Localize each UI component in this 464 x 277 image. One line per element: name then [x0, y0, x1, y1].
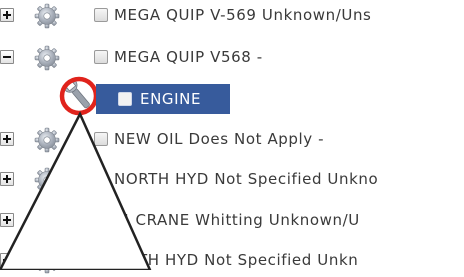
tree-node-row[interactable]: MEGA QUIP V-569 Unknown/Uns — [0, 0, 464, 32]
tree-node-checkbox[interactable] — [94, 213, 108, 227]
plus-expander-icon[interactable] — [0, 213, 14, 227]
tree-node-row[interactable]: -4 CRANE Whitting Unknown/U — [0, 205, 464, 237]
gear-icon[interactable] — [34, 167, 60, 193]
tree-node-checkbox[interactable] — [94, 253, 108, 267]
tree-node-label[interactable]: MEGA QUIP V-569 Unknown/Uns — [114, 6, 371, 24]
tree-node-row[interactable]: NEW OIL Does Not Apply - — [0, 124, 464, 156]
plus-expander-icon[interactable] — [0, 172, 14, 186]
gear-icon[interactable] — [34, 45, 60, 71]
tree-node-label[interactable]: NEW OIL Does Not Apply - — [114, 130, 324, 148]
gear-icon[interactable] — [34, 248, 60, 274]
tree-node-checkbox[interactable] — [94, 8, 108, 22]
tree-node-label[interactable]: MEGA QUIP V568 - — [114, 48, 263, 66]
plus-expander-icon[interactable] — [0, 132, 14, 146]
gear-icon[interactable] — [34, 3, 60, 29]
tree-node-label[interactable]: NORTH HYD Not Specified Unkno — [114, 170, 378, 188]
tree-node-row[interactable]: NORTH HYD Not Specified Unkno — [0, 164, 464, 196]
tree-node-row[interactable]: MEGA QUIP V568 - — [0, 42, 464, 74]
tree-node-row[interactable]: OUTH HYD Not Specified Unkn — [0, 245, 464, 277]
tree-node-label[interactable]: ENGINE — [140, 90, 201, 108]
tree-node-checkbox[interactable] — [94, 132, 108, 146]
tree-node-label[interactable]: OUTH HYD Not Specified Unkn — [114, 251, 358, 269]
tree-node-label[interactable]: -4 CRANE Whitting Unknown/U — [114, 211, 360, 229]
plus-expander-icon[interactable] — [0, 253, 14, 267]
wrench-icon[interactable] — [57, 74, 101, 118]
selected-tree-node[interactable]: ENGINE — [96, 84, 230, 114]
tree-node-checkbox[interactable] — [118, 92, 132, 106]
tree-node-checkbox[interactable] — [94, 50, 108, 64]
gear-icon[interactable] — [34, 208, 60, 234]
tree-node-checkbox[interactable] — [94, 172, 108, 186]
minus-expander-icon[interactable] — [0, 50, 14, 64]
gear-icon[interactable] — [34, 127, 60, 153]
plus-expander-icon[interactable] — [0, 8, 14, 22]
